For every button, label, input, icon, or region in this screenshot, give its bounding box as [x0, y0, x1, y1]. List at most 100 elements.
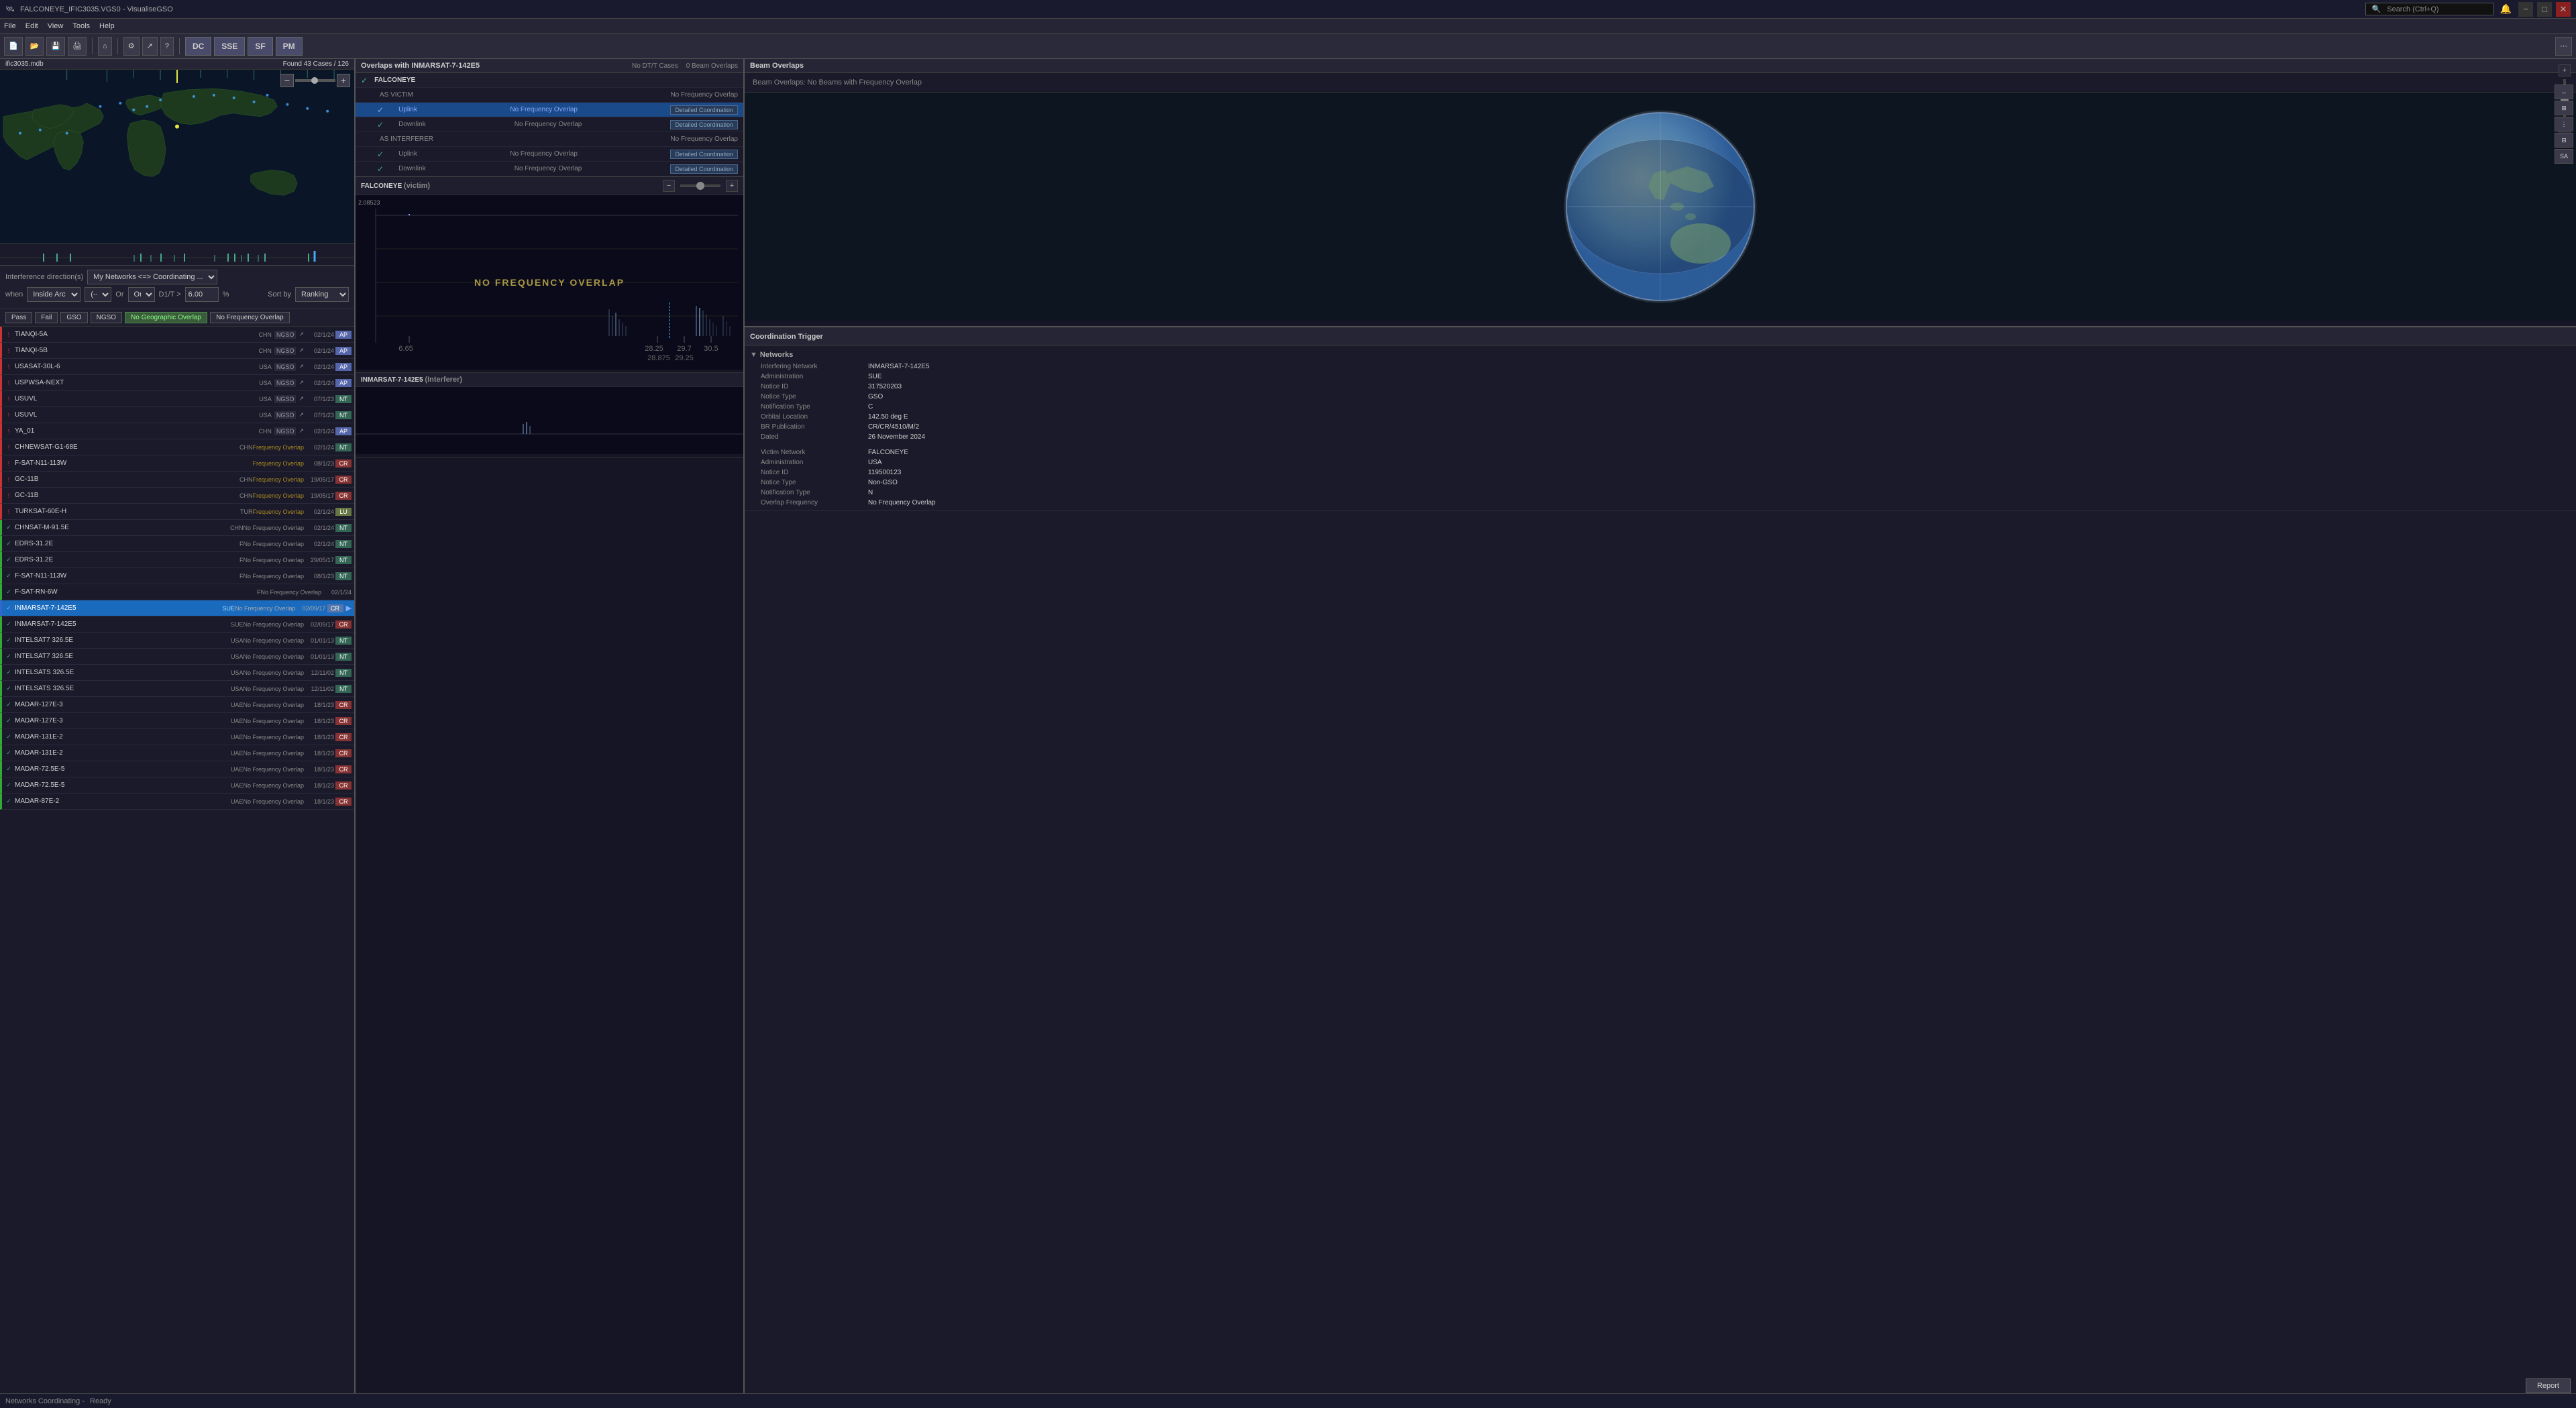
overlap-downlink-2[interactable]: ✓ Downlink No Frequency Overlap Detailed…: [356, 162, 743, 176]
downlink1-coord-btn[interactable]: Detailed Coordination: [670, 120, 738, 129]
network-item-turksat60e-h[interactable]: ! TURKSAT-60E-H TUR Frequency Overlap 02…: [0, 504, 354, 520]
ct-networks-section: ▼ Networks Interfering Network INMARSAT-…: [745, 345, 2576, 511]
interference-direction-select[interactable]: My Networks <=> Coordinating ...: [87, 270, 217, 284]
victim-zoom-in[interactable]: +: [726, 180, 738, 192]
zoom-slider[interactable]: [295, 79, 335, 82]
operator-select[interactable]: (-+): [85, 287, 111, 302]
filter-pass[interactable]: Pass: [5, 312, 32, 323]
globe-btn-1[interactable]: ↔: [2555, 85, 2573, 99]
network-item-madar-725e5-1[interactable]: ✓ MADAR-72.5E-5 UAE No Frequency Overlap…: [0, 761, 354, 777]
network-list[interactable]: ! TIANQI-5A CHN NGSO ↗ 02/1/24 AP ! TIAN…: [0, 327, 354, 1393]
maximize-button[interactable]: □: [2537, 2, 2552, 17]
network-item-uspwsa-next[interactable]: ! USPWSA-NEXT USA NGSO ↗ 02/1/24 AP: [0, 375, 354, 391]
network-item-ya01[interactable]: ! YA_01 CHN NGSO ↗ 02/1/24 AP: [0, 423, 354, 439]
network-item-intelsats-3265e-1[interactable]: ✓ INTELSATS 326.5E USA No Frequency Over…: [0, 665, 354, 681]
menu-edit[interactable]: Edit: [25, 22, 38, 30]
network-item-usuvl2[interactable]: ! USUVL USA NGSO ↗ 07/1/23 NT: [0, 407, 354, 423]
victim-zoom-slider[interactable]: [680, 184, 720, 187]
side-panel-buttons: ↔ ⊞ ⋮ ⊟ SA: [2555, 85, 2573, 164]
notification-icon[interactable]: 🔔: [2500, 3, 2512, 15]
falconeye-check: ✓: [361, 76, 368, 85]
dt-t-input[interactable]: [185, 287, 219, 302]
overlap-as-victim[interactable]: AS VICTIM No Frequency Overlap: [356, 88, 743, 103]
network-item-madar-127e3-2[interactable]: ✓ MADAR-127E-3 UAE No Frequency Overlap …: [0, 713, 354, 729]
overlap-as-interferer[interactable]: AS INTERFERER No Frequency Overlap: [356, 132, 743, 147]
sse-tag[interactable]: SSE: [214, 37, 245, 56]
network-item-intelsat7-3265e-2[interactable]: ✓ INTELSAT7 326.5E USA No Frequency Over…: [0, 649, 354, 665]
downlink2-coord-btn[interactable]: Detailed Coordination: [670, 164, 738, 174]
sf-tag[interactable]: SF: [248, 37, 272, 56]
home-button[interactable]: ⌂: [98, 37, 112, 56]
menu-tools[interactable]: Tools: [72, 22, 90, 30]
timeline-bar[interactable]: [0, 244, 354, 266]
help-button[interactable]: ?: [160, 37, 174, 56]
network-item-chnsat-m-915e[interactable]: ✓ CHNSAT-M-91.5E CHN No Frequency Overla…: [0, 520, 354, 536]
sort-by-select[interactable]: Ranking: [295, 287, 349, 302]
menu-help[interactable]: Help: [99, 22, 115, 30]
map-canvas[interactable]: − +: [0, 70, 354, 243]
inside-arc-select[interactable]: Inside Arc: [27, 287, 80, 302]
pm-tag[interactable]: PM: [276, 37, 303, 56]
search-bar[interactable]: 🔍 Search (Ctrl+Q): [2365, 3, 2493, 15]
filter-ngso[interactable]: NGSO: [91, 312, 122, 323]
network-item-chnewsat-g1-68e[interactable]: ! CHNEWSAT-G1-68E CHN Frequency Overlap …: [0, 439, 354, 455]
settings-button[interactable]: ⚙: [123, 37, 140, 56]
network-item-madar-87e2[interactable]: ✓ MADAR-87E-2 UAE No Frequency Overlap 1…: [0, 794, 354, 810]
network-item-madar-127e3-1[interactable]: ✓ MADAR-127E-3 UAE No Frequency Overlap …: [0, 697, 354, 713]
ct-interfering-network: Interfering Network INMARSAT-7-142E5: [745, 362, 2576, 372]
network-item-inmarsat7-142e5-1[interactable]: ✓ INMARSAT-7-142E5 SUE No Frequency Over…: [0, 600, 354, 616]
close-button[interactable]: ✕: [2556, 2, 2571, 17]
filter-no-geo-overlap[interactable]: No Geographic Overlap: [125, 312, 207, 323]
check-indicator: ✓: [5, 781, 13, 790]
globe-container[interactable]: [745, 93, 2576, 321]
overlap-downlink-1[interactable]: ✓ Downlink No Frequency Overlap Detailed…: [356, 117, 743, 132]
dc-tag[interactable]: DC: [185, 37, 211, 56]
map-zoom-out[interactable]: −: [280, 74, 294, 87]
network-item-fsat-n11-113w-2[interactable]: ✓ F-SAT-N11-113W F No Frequency Overlap …: [0, 568, 354, 584]
victim-zoom-out[interactable]: −: [663, 180, 675, 192]
uplink2-coord-btn[interactable]: Detailed Coordination: [670, 150, 738, 159]
filter-no-freq-overlap[interactable]: No Frequency Overlap: [210, 312, 290, 323]
filter-fail[interactable]: Fail: [35, 312, 58, 323]
network-item-fsat-n11-113w-1[interactable]: ! F-SAT-N11-113W Frequency Overlap 08/1/…: [0, 455, 354, 472]
network-item-gc11b-2[interactable]: ! GC-11B CHN Frequency Overlap 19/05/17 …: [0, 488, 354, 504]
extra-button[interactable]: ⋯: [2555, 37, 2572, 56]
uplink1-coord-btn[interactable]: Detailed Coordination: [670, 105, 738, 115]
overlap-uplink-1[interactable]: ✓ Uplink No Frequency Overlap Detailed C…: [356, 103, 743, 117]
menu-file[interactable]: File: [4, 22, 16, 30]
filter-gso[interactable]: GSO: [60, 312, 87, 323]
network-item-gc11b-1[interactable]: ! GC-11B CHN Frequency Overlap 19/05/17 …: [0, 472, 354, 488]
network-item-tianqi5b[interactable]: ! TIANQI-5B CHN NGSO ↗ 02/1/24 AP: [0, 343, 354, 359]
globe-btn-4[interactable]: ⊟: [2555, 133, 2573, 148]
network-item-fsat-rn6w[interactable]: ✓ F-SAT-RN-6W F No Frequency Overlap 02/…: [0, 584, 354, 600]
network-item-edrs-312e-2[interactable]: ✓ EDRS-31.2E F No Frequency Overlap 29/0…: [0, 552, 354, 568]
network-item-tianqi5a[interactable]: ! TIANQI-5A CHN NGSO ↗ 02/1/24 AP: [0, 327, 354, 343]
map-zoom-in[interactable]: +: [337, 74, 350, 87]
network-item-madar-131e2-1[interactable]: ✓ MADAR-131E-2 UAE No Frequency Overlap …: [0, 729, 354, 745]
globe-btn-5[interactable]: SA: [2555, 149, 2573, 164]
menu-view[interactable]: View: [48, 22, 64, 30]
network-item-usasat30l6[interactable]: ! USASAT-30L-6 USA NGSO ↗ 02/1/24 AP: [0, 359, 354, 375]
globe-zoom-in[interactable]: +: [2559, 64, 2571, 76]
globe-btn-2[interactable]: ⊞: [2555, 101, 2573, 115]
save-button[interactable]: 💾: [46, 37, 65, 56]
ct-overlap-freq-val: No Frequency Overlap: [868, 499, 936, 506]
network-item-intelsat7-3265e-1[interactable]: ✓ INTELSAT7 326.5E USA No Frequency Over…: [0, 633, 354, 649]
network-item-inmarsat7-142e5-2[interactable]: ✓ INMARSAT-7-142E5 SUE No Frequency Over…: [0, 616, 354, 633]
globe-btn-3[interactable]: ⋮: [2555, 117, 2573, 131]
overlap-uplink-2[interactable]: ✓ Uplink No Frequency Overlap Detailed C…: [356, 147, 743, 162]
ct-networks-title[interactable]: ▼ Networks: [745, 348, 2576, 362]
overlap-falconeye-header[interactable]: ✓ FALCONEYE: [356, 73, 743, 88]
network-item-intelsats-3265e-2[interactable]: ✓ INTELSATS 326.5E USA No Frequency Over…: [0, 681, 354, 697]
open-button[interactable]: 📂: [25, 37, 44, 56]
dt-select[interactable]: Or: [128, 287, 155, 302]
print-button[interactable]: 🖨: [68, 37, 87, 56]
report-button[interactable]: Report: [2526, 1378, 2571, 1393]
network-item-edrs-312e-1[interactable]: ✓ EDRS-31.2E F No Frequency Overlap 02/1…: [0, 536, 354, 552]
network-item-madar-131e2-2[interactable]: ✓ MADAR-131E-2 UAE No Frequency Overlap …: [0, 745, 354, 761]
network-item-madar-725e5-2[interactable]: ✓ MADAR-72.5E-5 UAE No Frequency Overlap…: [0, 777, 354, 794]
new-button[interactable]: 📄: [4, 37, 23, 56]
minimize-button[interactable]: −: [2518, 2, 2533, 17]
network-item-usuvl1[interactable]: ! USUVL USA NGSO ↗ 07/1/23 NT: [0, 391, 354, 407]
export-button[interactable]: ↗: [142, 37, 158, 56]
